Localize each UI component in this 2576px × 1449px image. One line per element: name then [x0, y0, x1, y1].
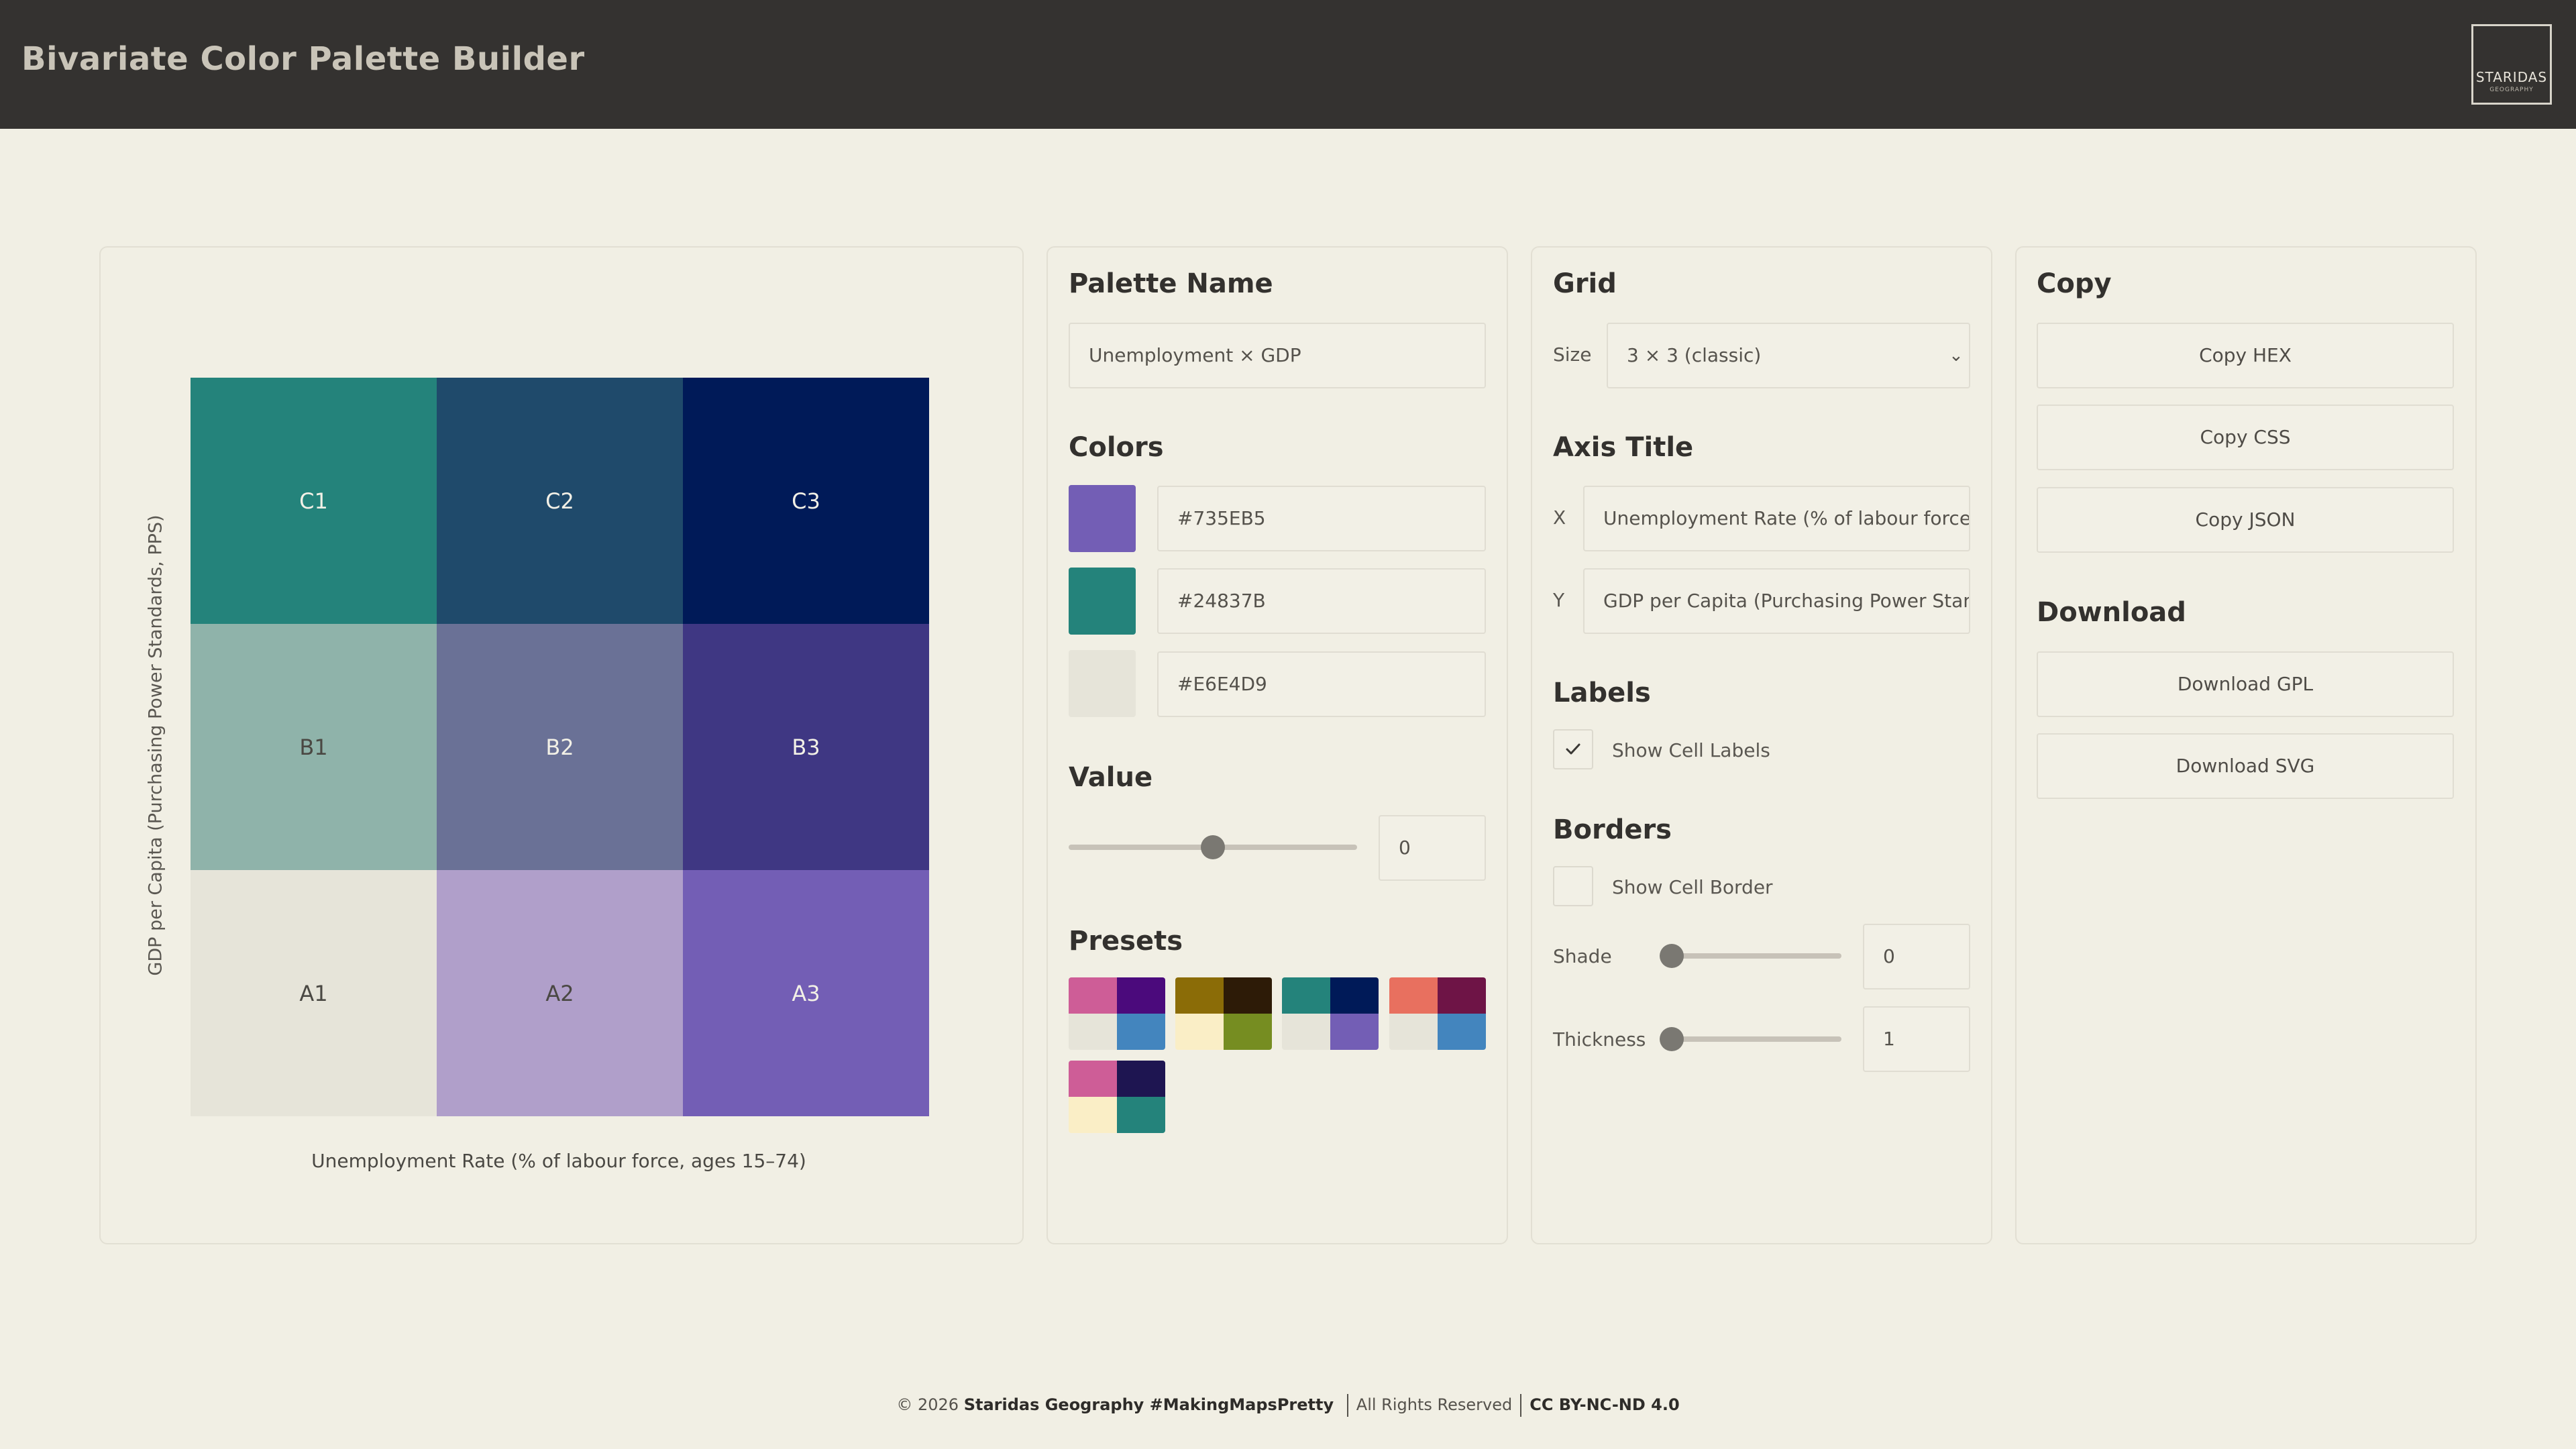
- grid-cell: C2: [437, 378, 683, 624]
- y-axis-label: GDP per Capita (Purchasing Power Standar…: [145, 515, 166, 976]
- show-cell-border-label: Show Cell Border: [1612, 876, 1773, 898]
- copy-css-button[interactable]: Copy CSS: [2037, 405, 2454, 470]
- x-axis-field-label: X: [1553, 506, 1566, 529]
- preset-swatch[interactable]: [1389, 977, 1486, 1050]
- y-axis-field-label: Y: [1553, 589, 1565, 611]
- copy-hex-button[interactable]: Copy HEX: [2037, 323, 2454, 388]
- grid-title: Grid: [1553, 268, 1617, 299]
- copy-json-button[interactable]: Copy JSON: [2037, 487, 2454, 553]
- color-swatch-3[interactable]: [1069, 650, 1136, 717]
- x-axis-label: Unemployment Rate (% of labour force, ag…: [311, 1150, 806, 1172]
- color-hex-input-3[interactable]: #E6E4D9: [1157, 651, 1486, 717]
- grid-cell: B3: [683, 624, 929, 870]
- thickness-label: Thickness: [1553, 1028, 1646, 1051]
- colors-title: Colors: [1069, 432, 1164, 463]
- shade-slider[interactable]: [1662, 953, 1841, 959]
- color-hex-input-2[interactable]: #24837B: [1157, 568, 1486, 634]
- show-cell-labels-label: Show Cell Labels: [1612, 739, 1770, 761]
- download-title: Download: [2037, 597, 2186, 628]
- check-icon: [1566, 743, 1580, 755]
- size-label: Size: [1553, 343, 1592, 366]
- staridas-logo[interactable]: STARIDAS GEOGRAPHY: [2471, 24, 2552, 105]
- grid-cell: C3: [683, 378, 929, 624]
- preset-swatch[interactable]: [1175, 977, 1272, 1050]
- footer-copyright: © 2026: [896, 1395, 959, 1414]
- x-axis-title-input[interactable]: Unemployment Rate (% of labour force,: [1583, 486, 1970, 551]
- preset-swatch[interactable]: [1069, 1061, 1165, 1133]
- thickness-input[interactable]: 1: [1863, 1006, 1970, 1072]
- grid-cell: B1: [191, 624, 437, 870]
- show-cell-labels-checkbox[interactable]: [1553, 729, 1593, 769]
- value-slider-thumb[interactable]: [1201, 835, 1225, 859]
- palette-name-title: Palette Name: [1069, 268, 1273, 299]
- thickness-slider-thumb[interactable]: [1660, 1027, 1684, 1051]
- grid-cell: C1: [191, 378, 437, 624]
- color-swatch-2[interactable]: [1069, 568, 1136, 635]
- grid-cell: A2: [437, 870, 683, 1116]
- color-swatch-1[interactable]: [1069, 485, 1136, 552]
- grid-cell: A1: [191, 870, 437, 1116]
- grid-cell: B2: [437, 624, 683, 870]
- footer-divider: [1346, 1394, 1348, 1417]
- shade-slider-thumb[interactable]: [1660, 944, 1684, 968]
- value-input[interactable]: 0: [1379, 815, 1486, 881]
- chevron-down-icon: ⌄: [1949, 345, 1964, 366]
- footer-license-link[interactable]: CC BY-NC-ND 4.0: [1529, 1395, 1679, 1414]
- color-hex-input-1[interactable]: #735EB5: [1157, 486, 1486, 551]
- y-axis-title-input[interactable]: GDP per Capita (Purchasing Power Stand: [1583, 568, 1970, 634]
- download-gpl-button[interactable]: Download GPL: [2037, 651, 2454, 717]
- download-svg-button[interactable]: Download SVG: [2037, 733, 2454, 799]
- grid-size-value: 3 × 3 (classic): [1627, 344, 1762, 366]
- footer-brand-link[interactable]: Staridas Geography #MakingMapsPretty: [964, 1395, 1334, 1414]
- logo-text: STARIDAS: [2475, 69, 2548, 85]
- footer-rights: All Rights Reserved: [1356, 1395, 1513, 1414]
- footer-divider: [1520, 1394, 1522, 1417]
- show-cell-border-checkbox[interactable]: [1553, 866, 1593, 906]
- borders-title: Borders: [1553, 814, 1672, 845]
- labels-title: Labels: [1553, 678, 1651, 708]
- logo-subtext: GEOGRAPHY: [2489, 87, 2534, 93]
- preset-swatch[interactable]: [1069, 977, 1165, 1050]
- app-title: Bivariate Color Palette Builder: [21, 40, 585, 78]
- footer: © 2026 Staridas Geography #MakingMapsPre…: [0, 1394, 2576, 1417]
- shade-label: Shade: [1553, 945, 1612, 967]
- preset-swatch[interactable]: [1282, 977, 1379, 1050]
- app-header: Bivariate Color Palette Builder STARIDAS…: [0, 0, 2576, 129]
- axis-title-heading: Axis Title: [1553, 432, 1694, 463]
- shade-input[interactable]: 0: [1863, 924, 1970, 989]
- grid-cell: A3: [683, 870, 929, 1116]
- thickness-slider[interactable]: [1662, 1036, 1841, 1042]
- presets-title: Presets: [1069, 926, 1183, 957]
- palette-name-input[interactable]: Unemployment × GDP: [1069, 323, 1486, 388]
- grid-size-select[interactable]: 3 × 3 (classic) ⌄: [1607, 323, 1970, 388]
- value-title: Value: [1069, 762, 1153, 793]
- copy-title: Copy: [2037, 268, 2112, 299]
